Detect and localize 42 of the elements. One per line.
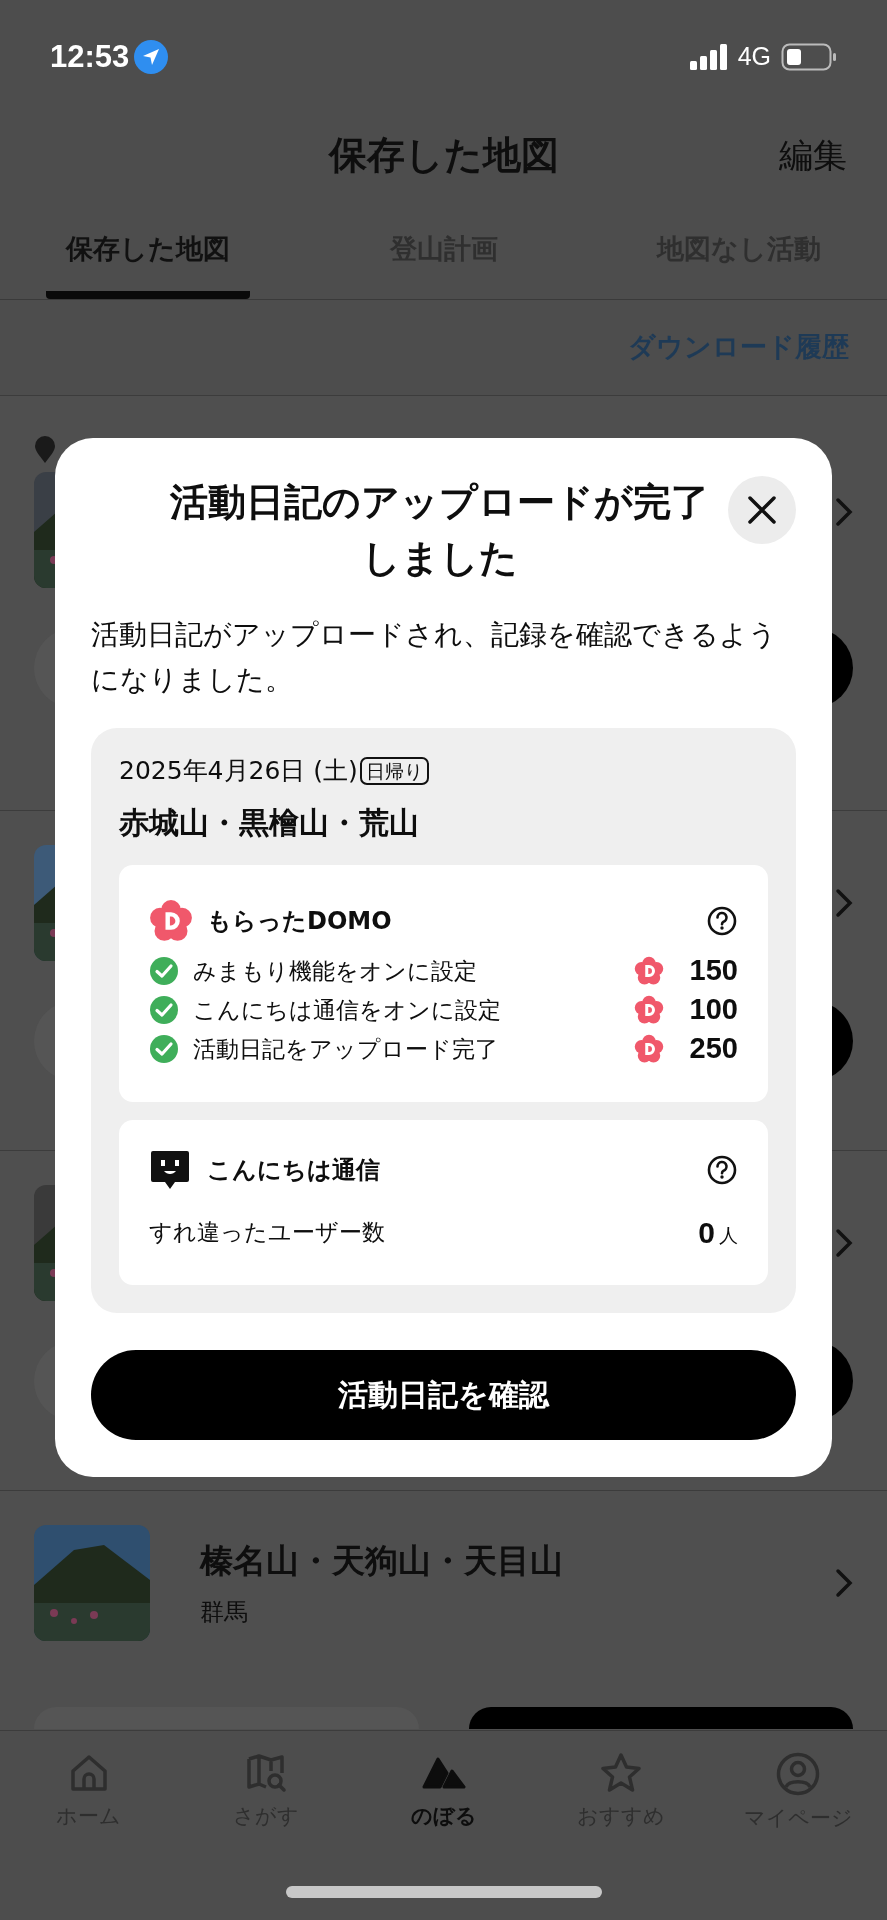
mountains-title: 赤城山・黒檜山・荒山 (119, 803, 420, 842)
tab-bar-item[interactable]: のぼる (354, 1751, 533, 1835)
user-icon (775, 1751, 822, 1797)
region-label: 群馬 (200, 1596, 249, 1628)
edit-button[interactable]: 編集 (779, 129, 847, 181)
chevron-right-icon (835, 1568, 853, 1598)
flower-coin-icon (634, 1034, 664, 1064)
primary-button[interactable] (468, 1707, 853, 1729)
chevron-right-icon (835, 497, 853, 527)
flower-coin-icon (634, 995, 664, 1025)
passed-users-label: すれ違ったユーザー数 (149, 1217, 386, 1247)
count-unit: 人 (719, 1222, 738, 1248)
map-search-icon (244, 1751, 289, 1795)
reward-label: みまもり機能をオンに設定 (193, 956, 478, 986)
dialog-title: 活動日記のアップロードが完了しました (169, 479, 710, 582)
close-icon (746, 494, 778, 526)
activity-date: 2025年4月26日 (土) (119, 755, 358, 787)
dialog-message: 活動日記がアップロードされ、記録を確認できるようになりました。 (91, 617, 778, 697)
reward-points: 150 (688, 953, 738, 989)
reward-points: 100 (688, 992, 738, 1028)
flower-coin-icon (634, 956, 664, 986)
passed-users-count: 0 (698, 1214, 715, 1251)
hello-heading: こんにちは通信 (207, 1154, 381, 1186)
signal-icon (689, 44, 728, 70)
page-title: 保存した地図 (328, 131, 559, 179)
help-icon[interactable] (706, 1153, 738, 1186)
tab[interactable]: 保存した地図 (46, 200, 250, 299)
trip-type-tag: 日帰り (359, 756, 429, 785)
network-label: 4G (737, 41, 771, 73)
chevron-right-icon (835, 888, 853, 918)
reward-label: 活動日記をアップロード完了 (193, 1034, 499, 1064)
battery-icon (781, 43, 837, 71)
view-diary-button[interactable]: 活動日記を確認 (91, 1349, 796, 1440)
domo-heading: もらったDOMO (207, 905, 393, 937)
clock-time: 12:53 (50, 37, 130, 76)
pin-icon (34, 436, 56, 464)
reward-label: こんにちは通信をオンに設定 (193, 995, 502, 1025)
chevron-right-icon (835, 1228, 853, 1258)
flower-coin-icon (149, 898, 193, 943)
help-icon[interactable] (706, 904, 738, 937)
reward-points: 250 (688, 1031, 738, 1067)
route-title: 榛名山・天狗山・天目山 (200, 1540, 564, 1583)
